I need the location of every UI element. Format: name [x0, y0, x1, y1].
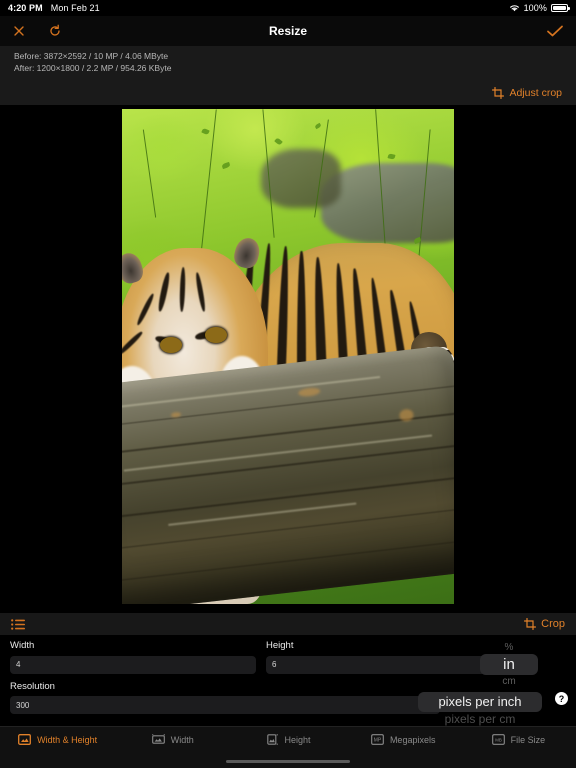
- status-date: Mon Feb 21: [50, 3, 100, 13]
- resolution-unit-selected[interactable]: pixels per inch: [418, 692, 542, 712]
- resolution-unit-option-cm[interactable]: pixels per cm: [418, 712, 542, 727]
- help-button[interactable]: ?: [555, 692, 568, 705]
- unit-picker[interactable]: % in cm: [480, 641, 538, 688]
- width-input[interactable]: [10, 655, 256, 674]
- status-time: 4:20 PM: [8, 3, 43, 13]
- crop-button[interactable]: Crop: [524, 618, 565, 630]
- width-label: Width: [10, 640, 35, 651]
- status-right-cluster: 100%: [509, 3, 570, 13]
- nav-right-actions: [546, 24, 564, 38]
- photo-leaf: [387, 152, 396, 160]
- svg-text:MB: MB: [495, 737, 502, 742]
- tab-file-size[interactable]: MB File Size: [461, 734, 576, 745]
- page-title: Resize: [268, 24, 308, 38]
- photo-tiger-eye-right: [205, 326, 227, 343]
- info-before: Before: 3872×2592 / 10 MP / 4.06 MByte: [14, 51, 169, 61]
- tab-width[interactable]: Width: [115, 734, 230, 745]
- resolution-field-group: Resolution: [10, 680, 440, 714]
- adjust-crop-label: Adjust crop: [509, 87, 562, 99]
- photo-tiger-eye-left: [160, 336, 182, 353]
- tab-megapixels[interactable]: MP Megapixels: [346, 734, 461, 745]
- image-filesize-icon: MB: [491, 734, 505, 745]
- unit-option-selected[interactable]: in: [480, 654, 538, 675]
- image-width-icon: [151, 734, 165, 745]
- crop-icon: [524, 618, 537, 630]
- resolution-label: Resolution: [10, 680, 55, 692]
- tab-label: Height: [284, 734, 311, 745]
- crop-icon: [492, 87, 505, 99]
- svg-text:MP: MP: [374, 737, 382, 743]
- tab-height[interactable]: Height: [230, 734, 345, 745]
- tab-label: File Size: [510, 734, 546, 745]
- battery-percent: 100%: [523, 3, 547, 13]
- height-label: Height: [266, 640, 294, 651]
- nav-bar: Resize: [0, 16, 576, 46]
- height-field-group: Height: [266, 640, 512, 674]
- photo-log: [122, 344, 454, 604]
- width-field-group: Width: [10, 640, 256, 674]
- tab-label: Megapixels: [389, 734, 436, 745]
- battery-full-icon: [551, 4, 570, 12]
- nav-left-actions: [12, 24, 62, 38]
- resize-app-window: 4:20 PM Mon Feb 21 100% Resize Before: 3…: [0, 0, 576, 768]
- close-x-icon[interactable]: [12, 24, 26, 38]
- resize-form: Width Height Resolution % in cm pixels p…: [0, 635, 576, 727]
- wifi-icon: [509, 4, 520, 12]
- reset-rotate-icon[interactable]: [48, 24, 62, 38]
- image-info-strip: Before: 3872×2592 / 10 MP / 4.06 MByte A…: [0, 46, 576, 81]
- resolution-input[interactable]: [10, 696, 440, 714]
- image-preview[interactable]: [122, 109, 454, 604]
- image-megapixels-icon: MP: [371, 734, 384, 745]
- unit-option-percent[interactable]: %: [480, 641, 538, 654]
- photo-rock-secondary: [261, 148, 342, 208]
- adjust-crop-bar: Adjust crop: [0, 81, 576, 105]
- tab-label: Width & Height: [37, 734, 98, 745]
- home-indicator: [226, 759, 350, 763]
- info-after: After: 1200×1800 / 2.2 MP / 954.26 KByte: [14, 62, 172, 73]
- tab-width-and-height[interactable]: Width & Height: [0, 734, 115, 745]
- crop-toolbar: Crop: [0, 613, 576, 635]
- list-bullets-icon[interactable]: [11, 618, 25, 630]
- bottom-tab-bar: Width & Height Width Height MP Megapixel…: [0, 726, 576, 768]
- image-width-height-icon: [18, 734, 32, 745]
- status-bar: 4:20 PM Mon Feb 21 100%: [0, 0, 576, 16]
- height-input[interactable]: [266, 655, 512, 674]
- unit-option-cm[interactable]: cm: [480, 675, 538, 688]
- image-preview-canvas: [0, 105, 576, 613]
- checkmark-icon[interactable]: [546, 24, 564, 38]
- tab-label: Width: [170, 734, 194, 745]
- adjust-crop-button[interactable]: Adjust crop: [492, 87, 562, 99]
- image-height-icon: [266, 734, 279, 745]
- crop-label: Crop: [541, 618, 565, 630]
- resolution-unit-picker[interactable]: pixels per inch pixels per cm: [418, 692, 542, 727]
- photo-rock: [321, 163, 454, 243]
